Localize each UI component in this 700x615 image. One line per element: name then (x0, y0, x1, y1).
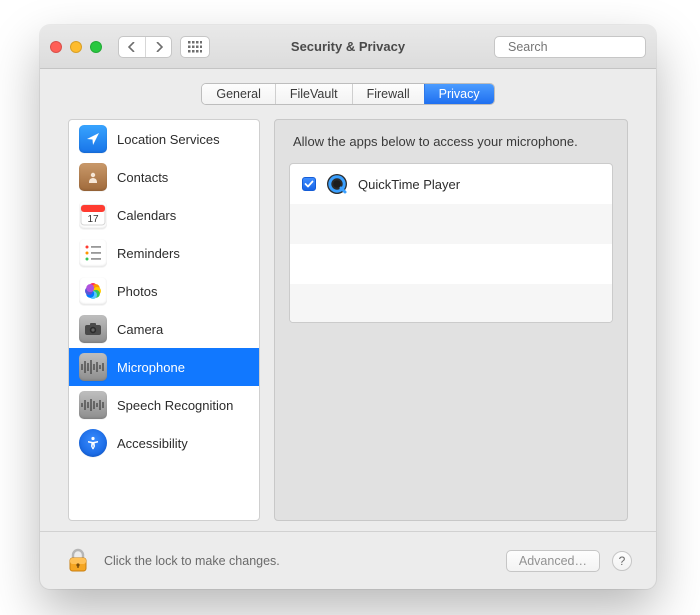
grid-icon (188, 41, 202, 53)
sidebar-item-camera[interactable]: Camera (69, 310, 259, 348)
search-field[interactable] (494, 36, 646, 58)
window-controls (50, 41, 102, 53)
permissions-caption: Allow the apps below to access your micr… (293, 134, 613, 149)
preferences-window: Security & Privacy General FileVault Fir… (40, 25, 656, 589)
footer: Click the lock to make changes. Advanced… (40, 531, 656, 589)
speech-recognition-icon (79, 391, 107, 419)
app-row-empty (290, 204, 612, 244)
photos-icon (79, 277, 107, 305)
location-icon (79, 125, 107, 153)
sidebar-item-label: Speech Recognition (117, 398, 233, 413)
calendar-icon: 17 (79, 201, 107, 229)
sidebar-item-calendars[interactable]: 17 Calendars (69, 196, 259, 234)
tabstrip: General FileVault Firewall Privacy (40, 69, 656, 113)
quicktime-player-icon (326, 173, 348, 195)
advanced-button[interactable]: Advanced… (506, 550, 600, 572)
sidebar-item-contacts[interactable]: Contacts (69, 158, 259, 196)
sidebar-item-location-services[interactable]: Location Services (69, 120, 259, 158)
lock-caption: Click the lock to make changes. (104, 554, 280, 568)
sidebar-item-label: Photos (117, 284, 157, 299)
tab-general[interactable]: General (202, 84, 274, 104)
minimize-window-button[interactable] (70, 41, 82, 53)
microphone-icon (79, 353, 107, 381)
sidebar-item-reminders[interactable]: Reminders (69, 234, 259, 272)
sidebar-item-microphone[interactable]: Microphone (69, 348, 259, 386)
tab-firewall[interactable]: Firewall (352, 84, 424, 104)
back-button[interactable] (119, 37, 145, 57)
reminders-icon (79, 239, 107, 267)
search-input[interactable] (506, 39, 656, 55)
toolbar: Security & Privacy (40, 25, 656, 69)
accessibility-icon (79, 429, 107, 457)
sidebar-item-label: Location Services (117, 132, 220, 147)
sidebar-item-label: Reminders (117, 246, 180, 261)
sidebar-item-label: Camera (117, 322, 163, 337)
app-row-quicktime-player[interactable]: QuickTime Player (290, 164, 612, 204)
sidebar-item-accessibility[interactable]: Accessibility (69, 424, 259, 462)
forward-button[interactable] (145, 37, 171, 57)
check-icon (304, 179, 314, 189)
camera-icon (79, 315, 107, 343)
zoom-window-button[interactable] (90, 41, 102, 53)
chevron-right-icon (155, 42, 163, 52)
app-checkbox[interactable] (302, 177, 316, 191)
app-list: QuickTime Player (289, 163, 613, 323)
app-row-empty (290, 284, 612, 323)
content-area: Location Services Contacts 17 Calendars (40, 113, 656, 531)
sidebar-item-label: Contacts (117, 170, 168, 185)
lock-icon (67, 548, 89, 574)
sidebar-item-speech-recognition[interactable]: Speech Recognition (69, 386, 259, 424)
sidebar-item-photos[interactable]: Photos (69, 272, 259, 310)
tab-filevault[interactable]: FileVault (275, 84, 352, 104)
app-row-empty (290, 244, 612, 284)
sidebar-item-label: Accessibility (117, 436, 188, 451)
permissions-pane: Allow the apps below to access your micr… (274, 119, 628, 521)
close-window-button[interactable] (50, 41, 62, 53)
tab-privacy[interactable]: Privacy (424, 84, 494, 104)
contacts-icon (79, 163, 107, 191)
chevron-left-icon (128, 42, 136, 52)
help-button[interactable]: ? (612, 551, 632, 571)
lock-button[interactable] (64, 547, 92, 575)
app-name-label: QuickTime Player (358, 177, 460, 192)
nav-back-forward (118, 36, 172, 58)
sidebar-item-label: Calendars (117, 208, 176, 223)
sidebar-item-label: Microphone (117, 360, 185, 375)
show-all-preferences-button[interactable] (180, 36, 210, 58)
privacy-category-sidebar: Location Services Contacts 17 Calendars (68, 119, 260, 521)
svg-text:17: 17 (87, 214, 99, 225)
